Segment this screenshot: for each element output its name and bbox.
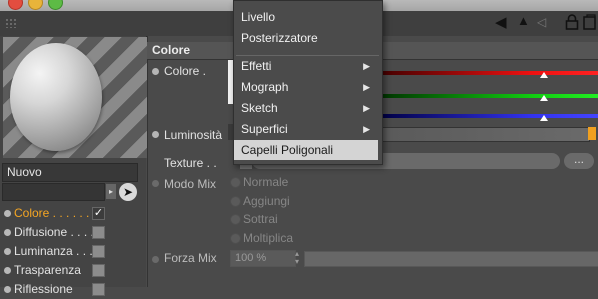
menu-item-livello[interactable]: Livello	[234, 7, 378, 27]
channel-indicator	[4, 267, 11, 274]
mix-mode-label: Modo Mix	[164, 177, 217, 191]
preview-sphere	[10, 43, 102, 151]
luminosity-slider-end	[588, 127, 596, 140]
channel-indicator	[4, 248, 11, 255]
blue-slider-knob[interactable]	[540, 115, 548, 121]
animation-dot-icon[interactable]	[152, 131, 159, 138]
channel-label: Trasparenza	[14, 263, 81, 277]
channel-diffusion[interactable]: Diffusione . . . .	[0, 223, 146, 242]
menu-item-posterizzatore[interactable]: Posterizzatore	[234, 28, 378, 48]
lock-icon[interactable]	[565, 14, 579, 30]
menu-item-sketch[interactable]: Sketch ▶	[234, 98, 378, 118]
color-label: Colore .	[164, 64, 207, 78]
red-slider-knob[interactable]	[540, 72, 548, 78]
channel-reflection[interactable]: Riflessione	[0, 280, 146, 299]
channel-indicator	[4, 229, 11, 236]
submenu-arrow-icon: ▶	[363, 103, 370, 113]
radio-label: Sottrai	[243, 212, 278, 226]
channel-checkbox[interactable]: ✓	[92, 207, 105, 220]
red-slider[interactable]	[380, 71, 598, 75]
radio-subtract[interactable]	[230, 214, 241, 225]
luminosity-slider[interactable]	[380, 127, 590, 142]
radio-label: Moltiplica	[243, 231, 294, 245]
radio-label: Aggiungi	[243, 194, 290, 208]
green-slider[interactable]	[380, 94, 598, 98]
arrow-right-icon[interactable]: ◁	[537, 15, 546, 29]
green-slider-knob[interactable]	[540, 95, 548, 101]
texture-label: Texture . .	[164, 156, 217, 170]
menu-item-label: Superfici	[241, 122, 288, 136]
channel-label: Luminanza . . .	[14, 244, 93, 258]
radio-multiply[interactable]	[230, 233, 241, 244]
menu-item-label: Sketch	[241, 101, 278, 115]
menu-item-mograph[interactable]: Mograph ▶	[234, 77, 378, 97]
submenu-arrow-icon: ▶	[363, 61, 370, 71]
channel-label: Diffusione . . . .	[14, 225, 94, 239]
blue-slider[interactable]	[380, 114, 598, 118]
submenu-arrow-icon: ▶	[363, 82, 370, 92]
chevron-right-icon[interactable]: ▸	[106, 184, 116, 199]
radio-normal[interactable]	[230, 177, 241, 188]
stepper-icon[interactable]: ▴ ▾	[292, 250, 302, 267]
channel-indicator	[4, 286, 11, 293]
material-name-field[interactable]: Nuovo	[2, 163, 138, 182]
section-title: Colore	[152, 43, 191, 57]
arrow-left-icon[interactable]: ◀	[495, 13, 507, 31]
channel-checkbox[interactable]	[92, 283, 105, 296]
channel-checkbox[interactable]	[92, 245, 105, 258]
texture-browse-button[interactable]: ...	[564, 153, 594, 169]
channel-checkbox[interactable]	[92, 264, 105, 277]
channel-transparency[interactable]: Trasparenza	[0, 261, 146, 280]
mix-strength-label: Forza Mix	[164, 251, 217, 265]
mix-strength-field[interactable]: 100 %	[230, 250, 296, 267]
channel-indicator	[4, 210, 11, 217]
channel-checkbox[interactable]	[92, 226, 105, 239]
arrow-up-icon[interactable]: ▲	[517, 13, 530, 28]
menu-item-superfici[interactable]: Superfici ▶	[234, 119, 378, 139]
radio-label: Normale	[243, 175, 289, 189]
channel-color[interactable]: Colore . . . . . . ✓	[0, 204, 146, 223]
channel-select[interactable]	[2, 183, 105, 201]
channel-luminance[interactable]: Luminanza . . .	[0, 242, 146, 261]
grip-icon[interactable]	[5, 18, 17, 28]
menu-item-effetti[interactable]: Effetti ▶	[234, 56, 378, 76]
menu-item-label: Effetti	[241, 59, 272, 73]
new-window-icon[interactable]	[583, 14, 596, 30]
channel-label: Riflessione	[14, 282, 73, 296]
menu-item-capelli-poligonali[interactable]: Capelli Poligonali	[234, 140, 378, 160]
animation-dot-icon[interactable]	[152, 68, 159, 75]
submenu-arrow-icon: ▶	[363, 124, 370, 134]
menu-item-label: Mograph	[241, 80, 289, 94]
animation-dot-icon[interactable]	[152, 180, 159, 187]
animation-dot-icon[interactable]	[152, 256, 159, 263]
pointer-icon[interactable]: ➤	[119, 183, 137, 201]
luminosity-label: Luminosità	[164, 128, 223, 142]
mix-strength-slider[interactable]	[304, 251, 598, 267]
radio-add[interactable]	[230, 196, 241, 207]
channel-label: Colore . . . . . .	[14, 206, 90, 220]
